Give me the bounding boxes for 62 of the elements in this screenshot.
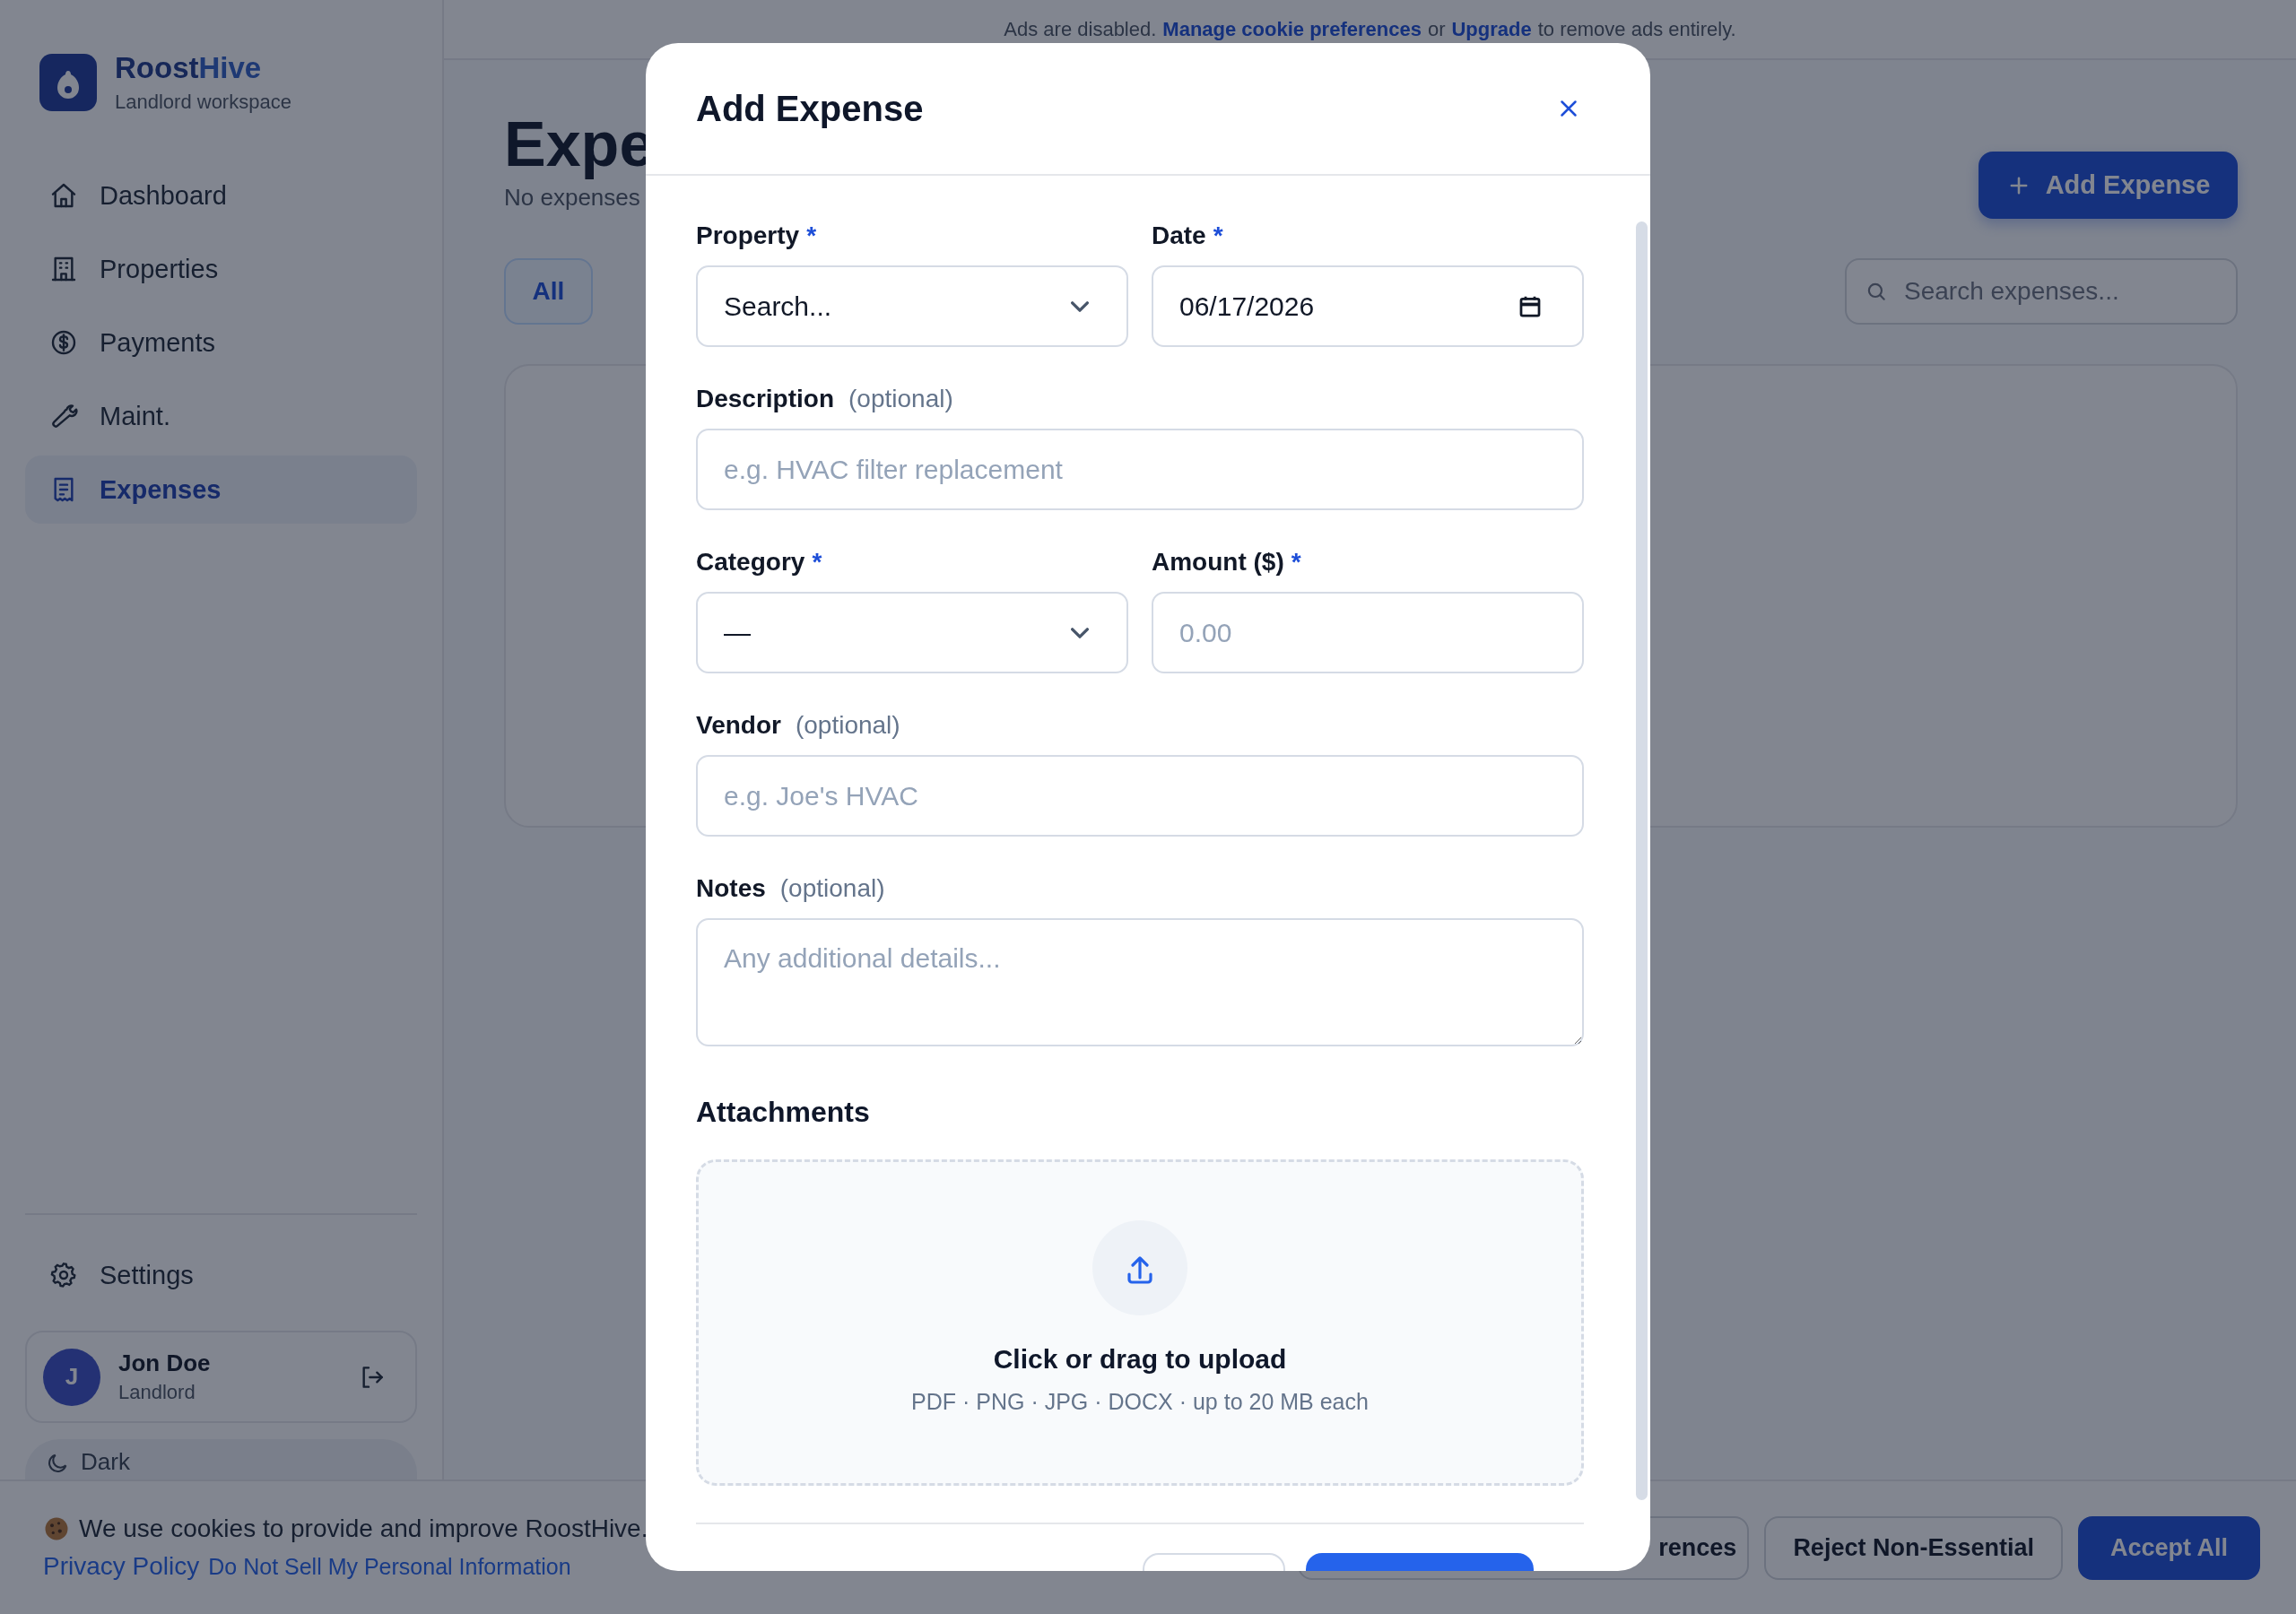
nav-item[interactable]: Maint. [25, 382, 417, 450]
settings-icon [49, 1261, 78, 1289]
upload-hint: PDF · PNG · JPG · DOCX · up to 20 MB each [911, 1389, 1369, 1415]
upload-title: Click or drag to upload [993, 1344, 1287, 1375]
required-mark: * [806, 221, 817, 250]
optional-hint: (optional) [848, 385, 953, 413]
nav-item[interactable]: Properties [25, 235, 417, 303]
required-mark: * [1291, 548, 1301, 577]
field-label: Property [696, 221, 800, 250]
cookie-button[interactable]: Reject Non-Essential [1764, 1515, 2063, 1580]
page-title: Expe [504, 112, 655, 178]
avatar: J [43, 1348, 100, 1406]
filter-tab[interactable]: All [504, 258, 593, 325]
ads-notice: Ads are disabled. Manage cookie preferences or Upgrade to remove ads entirely. [1004, 17, 1736, 41]
dollar-icon [49, 328, 78, 357]
date-field[interactable]: 06/17/2026 [1152, 265, 1584, 347]
notes-field[interactable]: Any additional details... [696, 918, 1584, 1046]
theme-toggle[interactable]: Dark [25, 1439, 417, 1480]
search-field[interactable]: Search expenses... [1845, 258, 2238, 325]
nav-item[interactable]: Payments [25, 308, 417, 377]
cookie-message: We use cookies to provide and improve RoostHive. [79, 1514, 648, 1543]
field-label: Date [1152, 221, 1206, 250]
banner-link[interactable]: Manage cookie preferences [1162, 17, 1422, 41]
cookie-button[interactable]: Accept All [2077, 1515, 2260, 1580]
required-mark: * [1213, 221, 1223, 250]
cookie-link[interactable]: Privacy Policy [43, 1552, 200, 1581]
banner-link[interactable]: Upgrade [1451, 17, 1532, 41]
wrench-icon [49, 402, 78, 430]
attachments-heading: Attachments [696, 1096, 871, 1130]
settings-link[interactable]: Settings [25, 1241, 417, 1309]
optional-hint: (optional) [795, 711, 900, 740]
user-name: Jon Doe [118, 1349, 212, 1377]
dialog-title: Add Expense [696, 88, 924, 129]
brand-subtitle: Landlord workspace [115, 91, 291, 114]
upload-icon [1092, 1220, 1187, 1315]
input-field[interactable]: 0.00 [1152, 592, 1584, 673]
optional-hint: (optional) [779, 874, 885, 903]
add-expense-button[interactable]: Add Expense [1979, 152, 2238, 219]
field-label: Description [696, 385, 835, 413]
field-label: Vendor [696, 711, 781, 740]
brand-name: RoostHive [115, 51, 263, 85]
cookie-link[interactable]: Do Not Sell My Personal Information [208, 1554, 571, 1580]
page-subtitle: No expenses [504, 183, 641, 212]
chevron-down-icon [1071, 300, 1089, 312]
user-role: Landlord [118, 1381, 196, 1404]
field-label: Category [696, 548, 805, 577]
home-icon [49, 181, 78, 210]
select-field[interactable]: — [696, 592, 1128, 673]
chevron-down-icon [1071, 627, 1089, 638]
upload-dropzone[interactable]: Click or drag to upload PDF · PNG · JPG · DOCX · up to 20 MB each [696, 1159, 1584, 1486]
scrollbar[interactable] [1636, 221, 1648, 1500]
building-icon [49, 255, 78, 283]
nav-item[interactable]: Expenses [25, 456, 417, 524]
logo-icon [39, 54, 97, 111]
cookie-icon [43, 1515, 70, 1542]
input-field[interactable]: e.g. HVAC filter replacement [696, 429, 1584, 510]
input-field[interactable]: e.g. Joe's HVAC [696, 755, 1584, 837]
field-label: Amount ($) [1152, 548, 1284, 577]
field-label: Notes [696, 874, 766, 903]
required-mark: * [812, 548, 822, 577]
select-field[interactable]: Search... [696, 265, 1128, 347]
nav-item[interactable]: Dashboard [25, 161, 417, 230]
